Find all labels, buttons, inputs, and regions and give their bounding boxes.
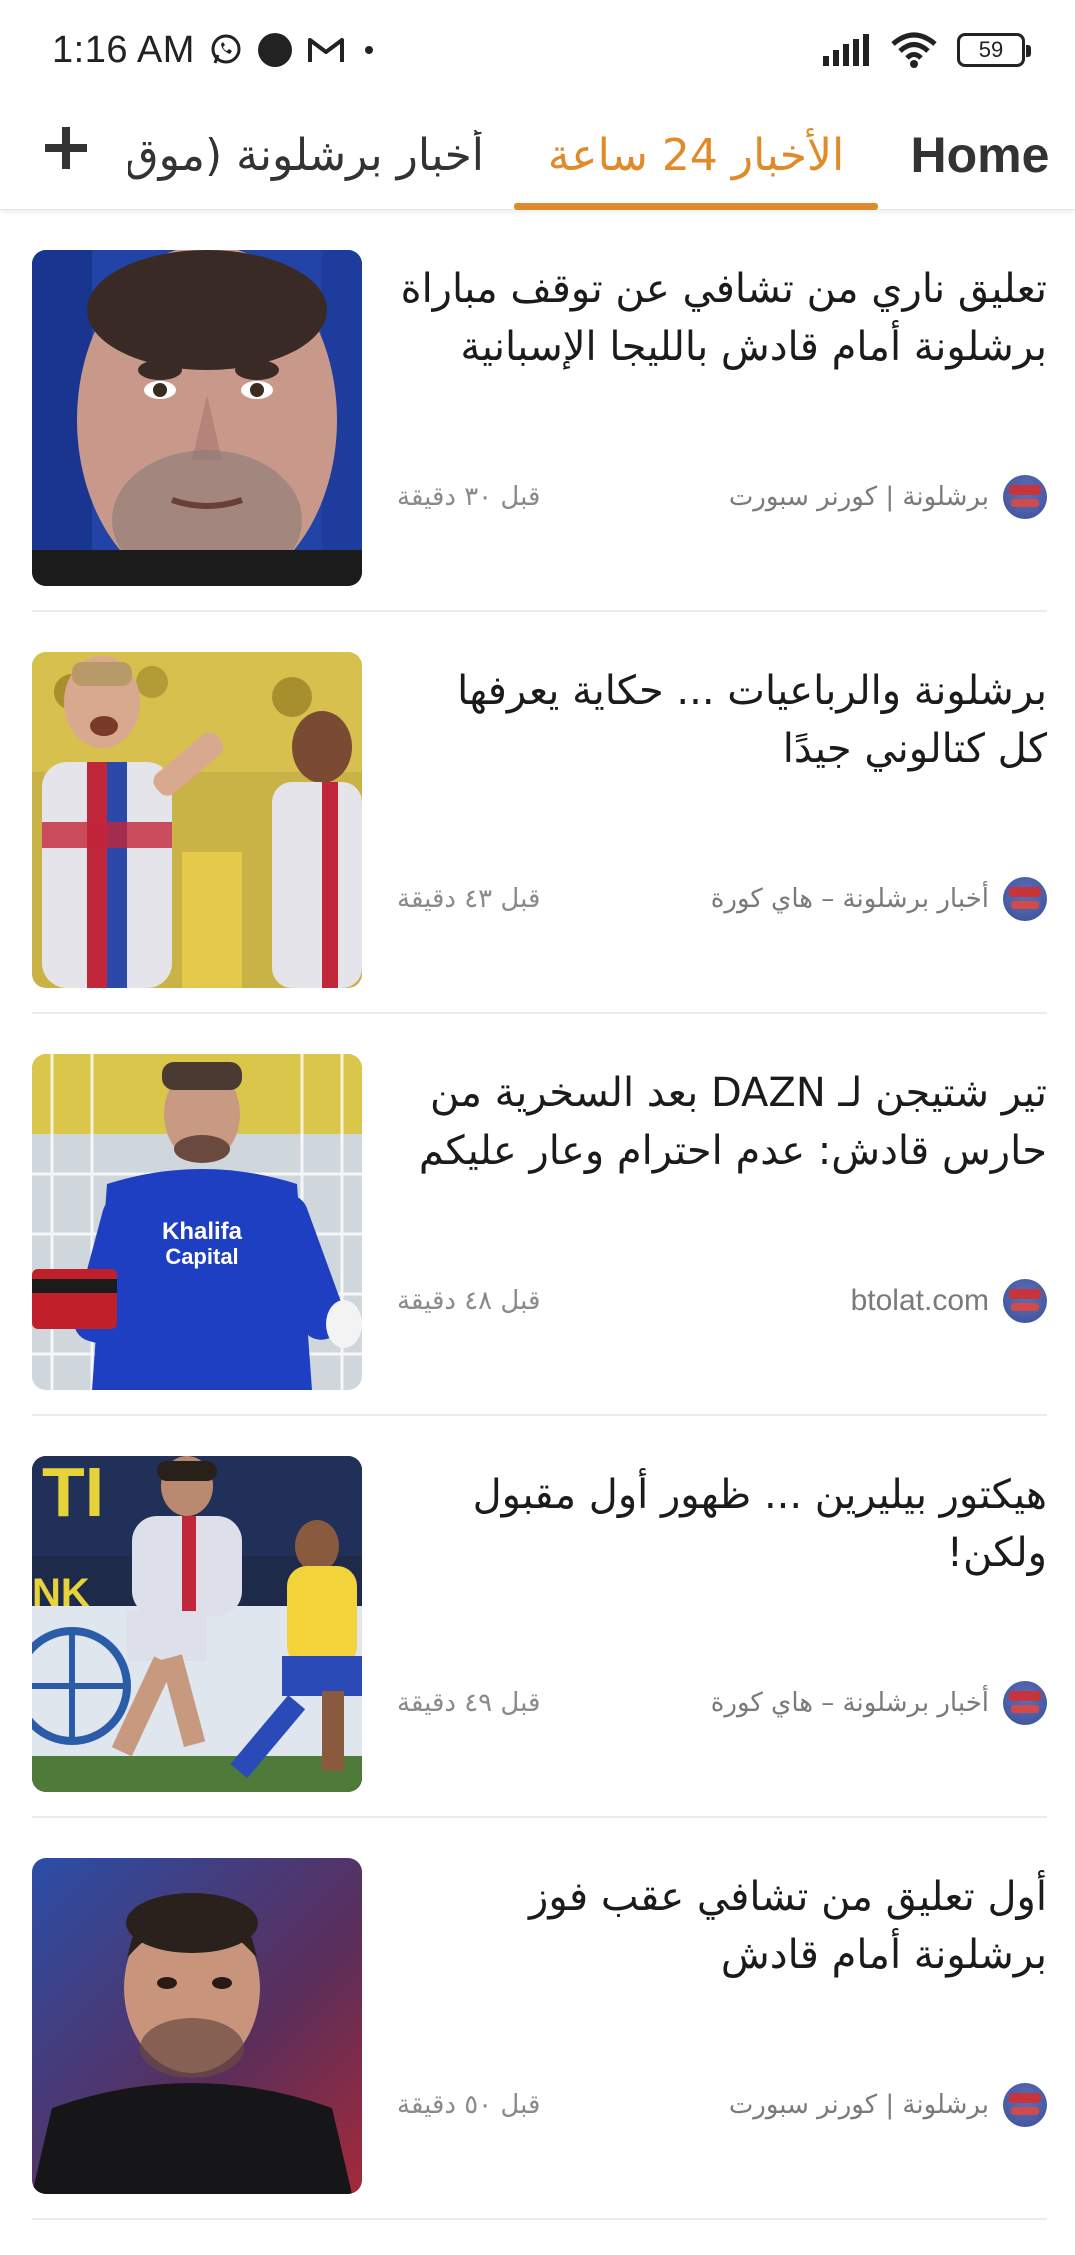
small-dot-icon [359,40,379,60]
source-name: برشلونة | كورنر سبورت [728,482,989,512]
status-time: 1:16 AM [52,28,195,71]
source-logo-icon [1003,1681,1047,1725]
article-meta: برشلونة | كورنر سبورت قبل ٣٠ دقيقة [397,472,1047,522]
source-name: أخبار برشلونة – هاي كورة [710,884,989,914]
article-title[interactable]: هيكتور بيليرين ... ظهور أول مقبول ولكن! [397,1466,1047,1582]
source-name: برشلونة | كورنر سبورت [728,2090,989,2120]
news-card[interactable]: برشلونة والرباعيات ... حكاية يعرفها كل ك… [32,612,1047,1014]
svg-text:Capital: Capital [165,1244,238,1269]
news-card[interactable]: تعليق ناري من تشافي عن توقف مباراة برشلو… [32,210,1047,612]
article-time: قبل ٣٠ دقيقة [397,482,541,512]
article-meta: أخبار برشلونة – هاي كورة قبل ٤٩ دقيقة [397,1678,1047,1728]
article-title[interactable]: برشلونة والرباعيات ... حكاية يعرفها كل ك… [397,662,1047,778]
battery-icon: 59 [957,33,1031,67]
article-source[interactable]: برشلونة | كورنر سبورت [729,475,1047,519]
signal-icon [823,34,871,66]
svg-text:TI: TI [42,1456,104,1531]
news-card[interactable]: أول تعليق من تشافي عقب فوز برشلونة أمام … [32,1818,1047,2220]
wifi-icon [891,32,937,68]
tab-24h-news[interactable]: الأخبار 24 ساعة [514,100,878,210]
article-time: قبل ٥٠ دقيقة [397,2090,541,2120]
article-meta: btolat.com قبل ٤٨ دقيقة [397,1276,1047,1326]
article-meta: أخبار برشلونة – هاي كورة قبل ٤٣ دقيقة [397,874,1047,924]
tab-bar: أخبار برشلونة (موقِ الأخبار 24 ساعة Home [0,100,1075,210]
whatsapp-icon [209,33,243,67]
tab-label: أخبار برشلونة (موقِ [128,129,484,181]
plus-icon[interactable] [40,122,92,174]
active-tab-indicator [514,203,878,210]
status-left: 1:16 AM [52,29,379,72]
article-title[interactable]: تير شتيجن لـ DAZN بعد السخرية من حارس قا… [397,1064,1047,1180]
svg-text:Khalifa: Khalifa [162,1218,243,1245]
gmail-icon [307,35,345,65]
article-time: قبل ٤٩ دقيقة [397,1688,541,1718]
tab-label: الأخبار 24 ساعة [547,129,845,181]
status-bar: 1:16 AM 59 [0,0,1075,100]
source-name: btolat.com [850,1284,989,1317]
article-meta: برشلونة | كورنر سبورت قبل ٥٠ دقيقة [397,2080,1047,2130]
source-logo-icon [1003,877,1047,921]
source-logo-icon [1003,1279,1047,1323]
article-thumbnail[interactable] [32,250,362,586]
news-card[interactable]: Khalifa Capital تير شتيجن لـ DAZN بعد ال… [32,1014,1047,1416]
article-thumbnail[interactable]: Khalifa Capital [32,1054,362,1390]
article-source[interactable]: btolat.com [851,1279,1047,1323]
article-thumbnail[interactable] [32,652,362,988]
article-thumbnail[interactable] [32,1858,362,2194]
article-title[interactable]: تعليق ناري من تشافي عن توقف مباراة برشلو… [397,260,1047,376]
source-name: أخبار برشلونة – هاي كورة [710,1688,989,1718]
tab-barcelona-news[interactable]: أخبار برشلونة (موقِ [128,100,484,210]
article-thumbnail[interactable]: TI NK [32,1456,362,1792]
news-feed: تعليق ناري من تشافي عن توقف مباراة برشلو… [0,210,1075,2220]
dot-icon [257,32,293,68]
news-card[interactable]: TI NK هيكتور بيليرين ... ظهور أول مقبول … [32,1416,1047,1818]
article-title[interactable]: أول تعليق من تشافي عقب فوز برشلونة أمام … [397,1868,1047,1984]
article-source[interactable]: أخبار برشلونة – هاي كورة [711,1681,1047,1725]
article-time: قبل ٤٨ دقيقة [397,1286,541,1316]
article-source[interactable]: برشلونة | كورنر سبورت [729,2083,1047,2127]
article-source[interactable]: أخبار برشلونة – هاي كورة [711,877,1047,921]
source-logo-icon [1003,475,1047,519]
status-right: 59 [823,32,1031,68]
article-time: قبل ٤٣ دقيقة [397,884,541,914]
source-logo-icon [1003,2083,1047,2127]
tab-label: Home [910,127,1050,183]
tab-home[interactable]: Home [905,100,1055,210]
